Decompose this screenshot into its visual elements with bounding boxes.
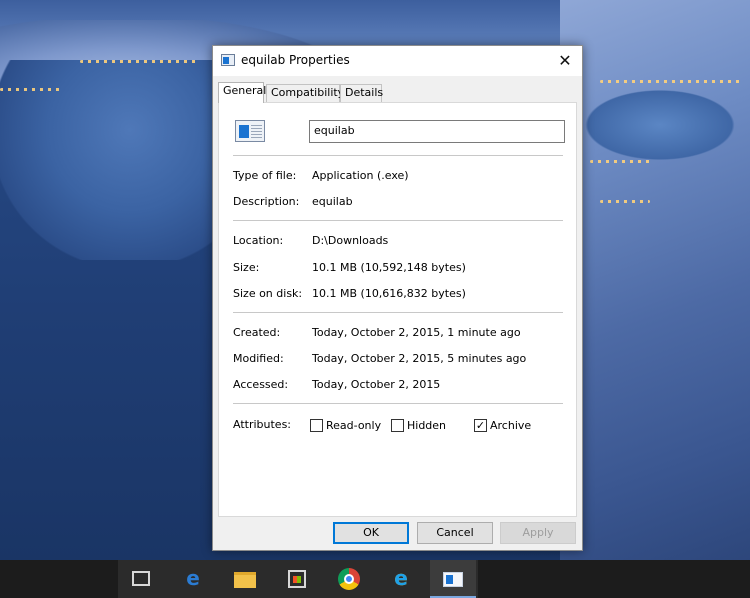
checkbox-box[interactable] xyxy=(310,419,323,432)
type-of-file-value: Application (.exe) xyxy=(312,169,409,182)
taskbar: e e xyxy=(0,560,750,598)
title-bar[interactable]: equilab Properties ✕ xyxy=(213,46,582,76)
modified-label: Modified: xyxy=(233,352,284,365)
file-explorer-button[interactable] xyxy=(222,560,268,598)
wallpaper-town-lights xyxy=(600,200,650,203)
app-icon xyxy=(221,54,235,66)
divider xyxy=(233,220,563,221)
internet-explorer-icon: e xyxy=(394,566,408,590)
hidden-label: Hidden xyxy=(407,419,447,432)
close-button[interactable]: ✕ xyxy=(548,46,582,76)
wallpaper-mountain-right xyxy=(560,0,750,560)
window-title: equilab Properties xyxy=(241,53,350,67)
equilab-taskbar-button[interactable] xyxy=(430,560,476,598)
task-view-button[interactable] xyxy=(118,560,164,598)
filename-input[interactable]: equilab xyxy=(309,120,565,143)
divider xyxy=(233,155,563,156)
created-label: Created: xyxy=(233,326,281,339)
ok-button[interactable]: OK xyxy=(333,522,409,544)
divider xyxy=(233,403,563,404)
chrome-icon xyxy=(338,568,360,590)
modified-value: Today, October 2, 2015, 5 minutes ago xyxy=(312,352,527,365)
location-value: D:\Downloads xyxy=(312,234,389,247)
tab-details[interactable]: Details xyxy=(340,84,383,102)
size-on-disk-label: Size on disk: xyxy=(233,287,303,300)
task-view-icon xyxy=(132,571,150,586)
edge-button[interactable]: e xyxy=(170,560,216,598)
file-explorer-icon xyxy=(234,572,256,588)
check-mark-icon[interactable]: ✓ xyxy=(474,419,487,432)
store-button[interactable] xyxy=(274,560,320,598)
taskbar-pinned-apps: e e xyxy=(118,560,478,598)
apply-button[interactable]: Apply xyxy=(500,522,576,544)
type-of-file-label: Type of file: xyxy=(233,169,297,182)
accessed-value: Today, October 2, 2015 xyxy=(312,378,441,391)
size-label: Size: xyxy=(233,261,260,274)
readonly-label: Read-only xyxy=(326,419,382,432)
store-icon xyxy=(288,570,306,588)
wallpaper-town-lights xyxy=(600,80,740,83)
accessed-label: Accessed: xyxy=(233,378,289,391)
tab-general[interactable]: General xyxy=(218,82,266,103)
divider xyxy=(233,312,563,313)
created-value: Today, October 2, 2015, 1 minute ago xyxy=(312,326,521,339)
wallpaper-town-lights xyxy=(80,60,200,63)
wallpaper-town-lights xyxy=(0,88,60,91)
wallpaper-lake-right xyxy=(575,85,745,165)
chrome-button[interactable] xyxy=(326,560,372,598)
edge-icon: e xyxy=(186,566,200,590)
equilab-app-icon xyxy=(443,572,463,587)
wallpaper-town-lights xyxy=(590,160,650,163)
internet-explorer-button[interactable]: e xyxy=(378,560,424,598)
properties-dialog: equilab Properties ✕ General Compatibili… xyxy=(212,45,583,551)
location-label: Location: xyxy=(233,234,284,247)
cancel-button[interactable]: Cancel xyxy=(417,522,493,544)
file-type-icon xyxy=(235,120,265,142)
tab-compatibility[interactable]: Compatibility xyxy=(266,84,344,102)
general-panel: equilab Type of file: Application (.exe)… xyxy=(218,102,577,517)
size-value: 10.1 MB (10,592,148 bytes) xyxy=(312,261,466,274)
description-label: Description: xyxy=(233,195,300,208)
checkbox-box[interactable] xyxy=(391,419,404,432)
attributes-label: Attributes: xyxy=(233,418,292,431)
description-value: equilab xyxy=(312,195,353,208)
size-on-disk-value: 10.1 MB (10,616,832 bytes) xyxy=(312,287,466,300)
archive-label: Archive xyxy=(490,419,532,432)
